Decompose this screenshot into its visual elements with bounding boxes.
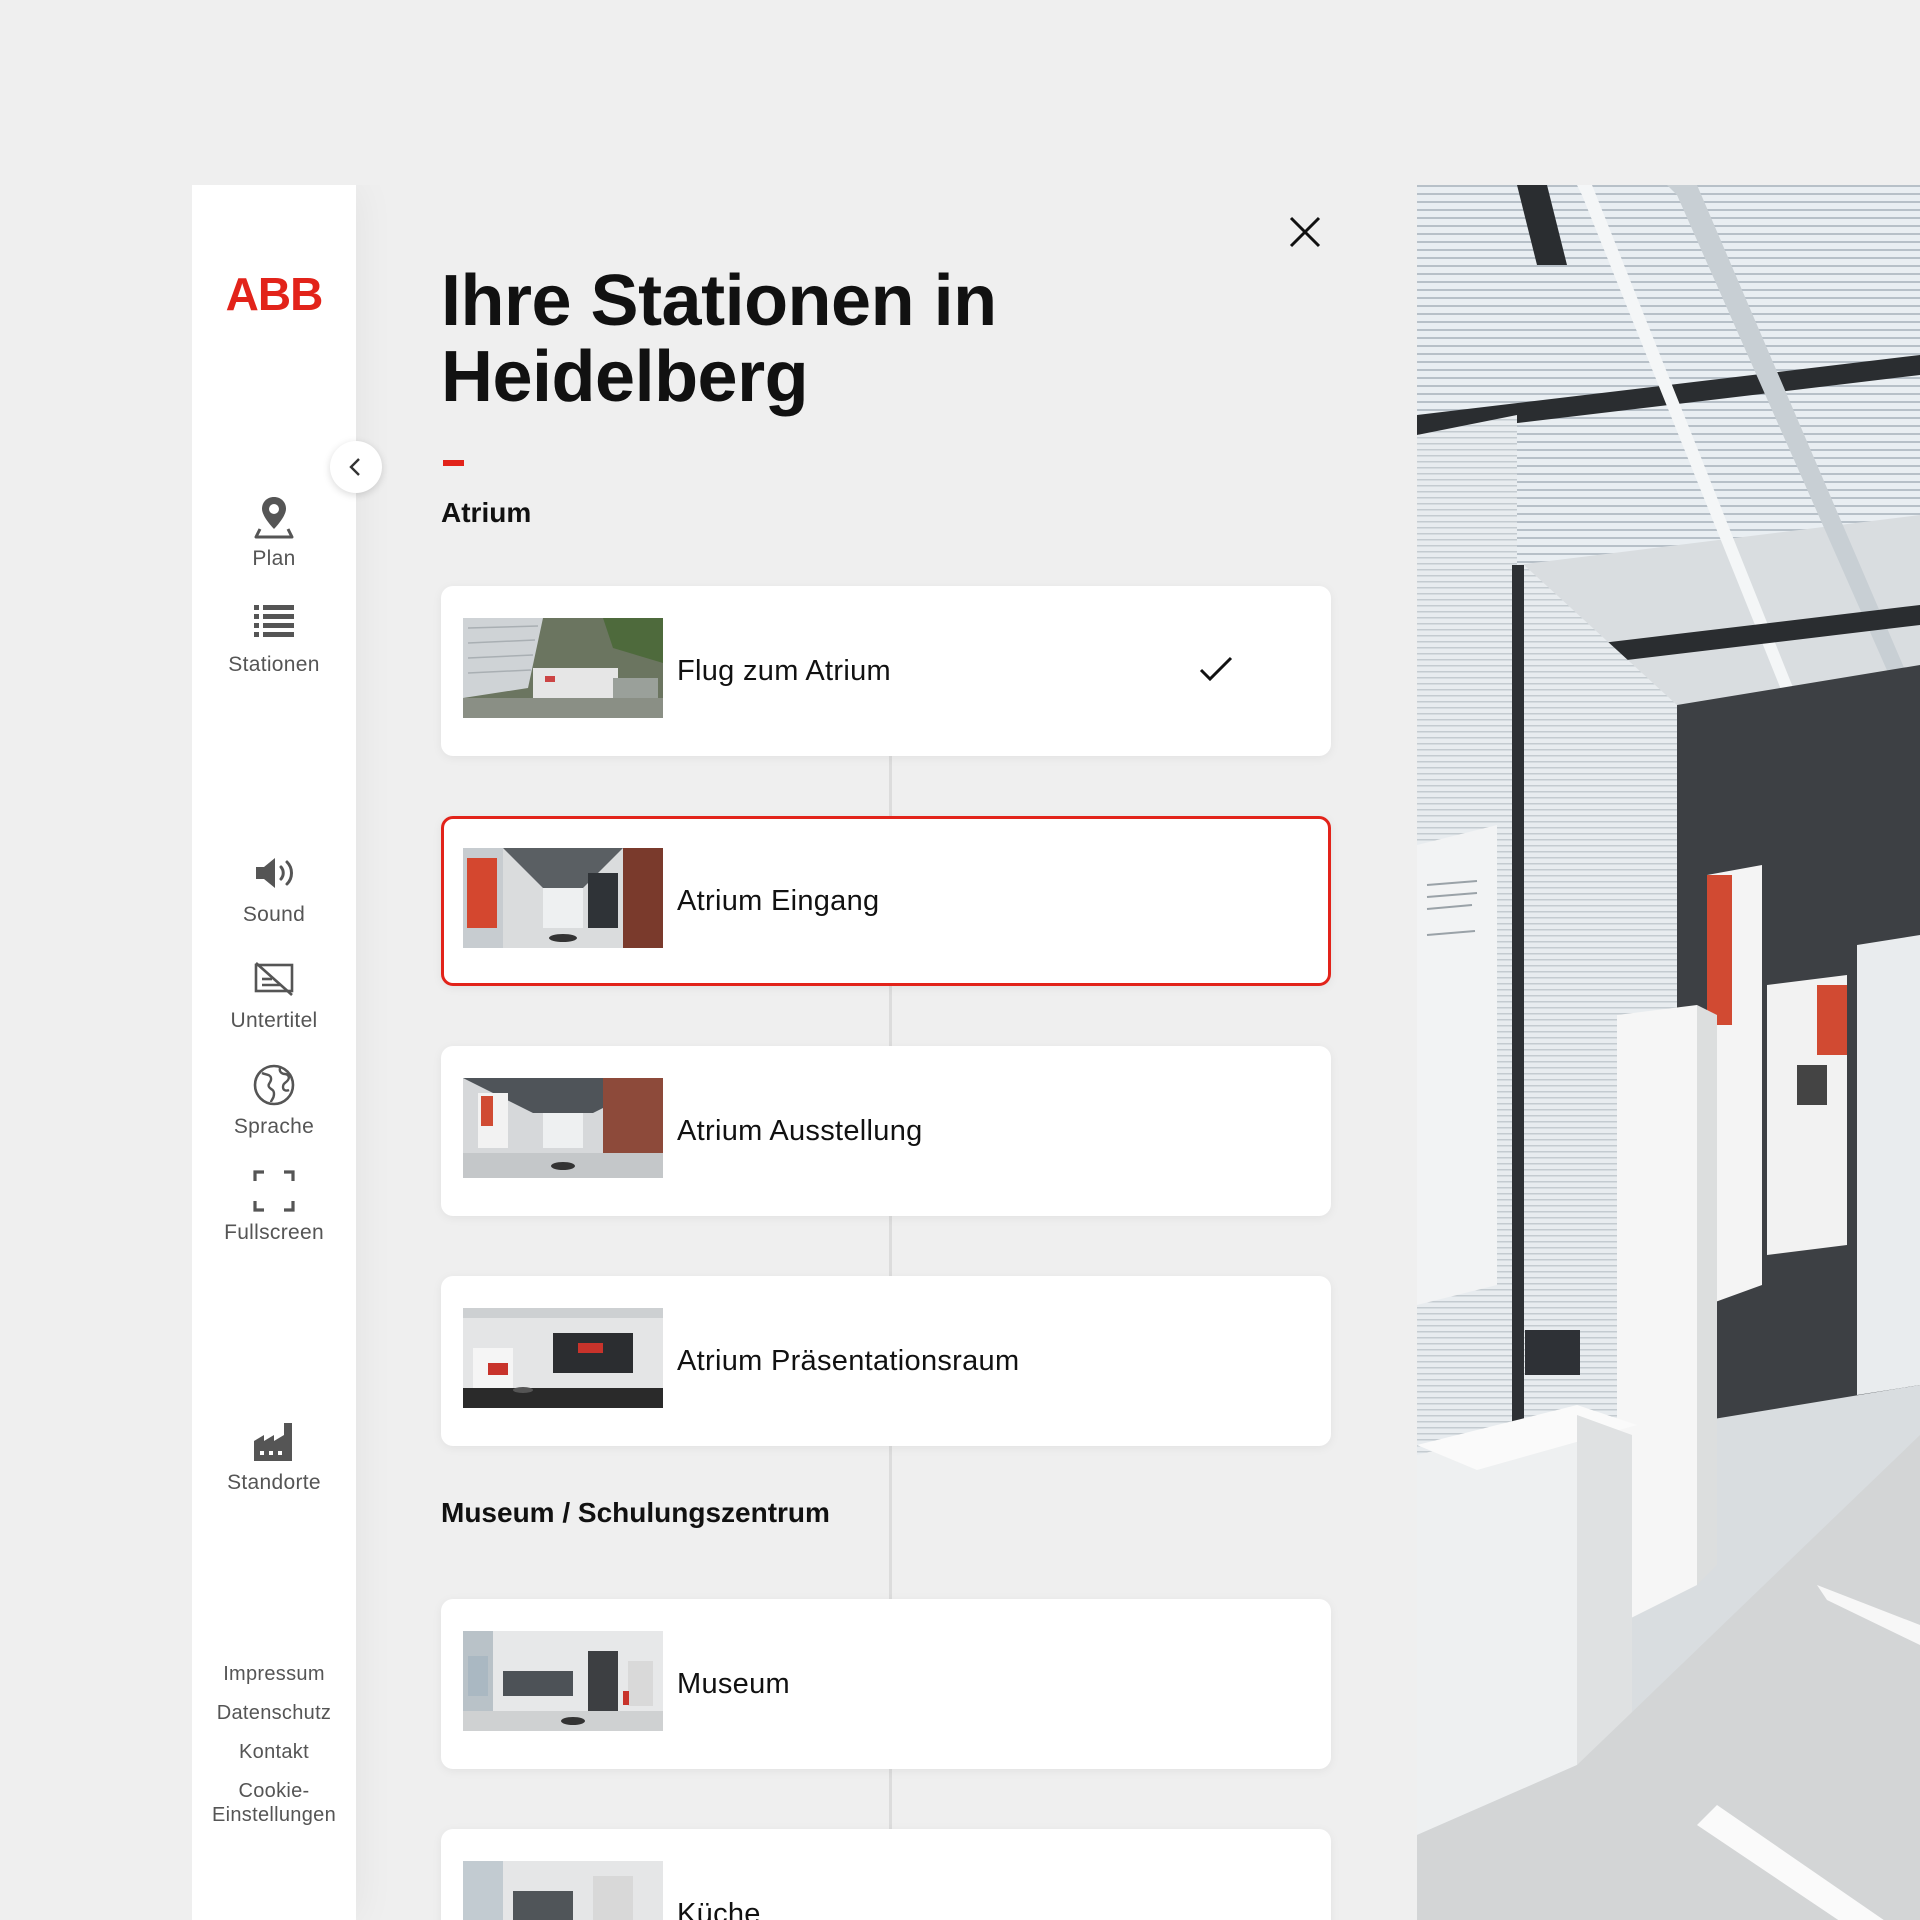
stations-panel: Ihre Stationen in Heidelberg Atrium Flug… xyxy=(356,185,1417,1920)
link-kontakt[interactable]: Kontakt xyxy=(192,1740,356,1764)
page-title-line2: Heidelberg xyxy=(441,337,809,417)
station-label: Atrium Ausstellung xyxy=(677,1115,923,1147)
nav-plan-label: Plan xyxy=(252,547,296,570)
map-pin-icon xyxy=(254,497,294,539)
abb-logo[interactable]: ABB xyxy=(222,271,326,317)
nav-stationen-label: Stationen xyxy=(228,653,320,676)
station-thumbnail xyxy=(463,1078,663,1178)
nav-sprache-label: Sprache xyxy=(233,1115,315,1138)
station-thumbnail xyxy=(463,1308,663,1408)
nav-sound-label: Sound xyxy=(242,903,306,926)
station-label: Museum xyxy=(677,1668,790,1700)
station-thumbnail xyxy=(463,1631,663,1731)
station-card-atrium-eingang[interactable]: Atrium Eingang xyxy=(441,816,1331,986)
nav-standorte-label: Standorte xyxy=(227,1471,321,1494)
nav-untertitel[interactable]: Untertitel xyxy=(192,955,356,1033)
link-datenschutz[interactable]: Datenschutz xyxy=(192,1701,356,1725)
station-card-flug-zum-atrium[interactable]: Flug zum Atrium xyxy=(441,586,1331,756)
nav-standorte[interactable]: Standorte xyxy=(192,1417,356,1495)
link-impressum[interactable]: Impressum xyxy=(192,1662,356,1686)
page-title: Ihre Stationen in Heidelberg xyxy=(441,263,1141,415)
station-label: Atrium Eingang xyxy=(677,885,880,917)
app-window: ABB Plan Stationen Sound Untertitel Spra… xyxy=(192,185,1920,1920)
link-cookie-einstellungen[interactable]: Cookie- Einstellungen xyxy=(192,1779,356,1827)
speaker-icon xyxy=(256,858,293,888)
station-card-museum[interactable]: Museum xyxy=(441,1599,1331,1769)
nav-sprache[interactable]: Sprache xyxy=(192,1061,356,1139)
station-label: Flug zum Atrium xyxy=(677,655,891,687)
page-title-line1: Ihre Stationen in xyxy=(441,261,997,341)
station-label: Atrium Präsentationsraum xyxy=(677,1345,1020,1377)
nav-fullscreen[interactable]: Fullscreen xyxy=(192,1167,356,1245)
list-icon xyxy=(254,605,294,637)
factory-icon xyxy=(254,1423,292,1461)
globe-icon xyxy=(253,1064,295,1106)
station-thumbnail xyxy=(463,1861,663,1920)
station-thumbnail xyxy=(463,848,663,948)
station-card-kueche[interactable]: Küche xyxy=(441,1829,1331,1920)
nav-fullscreen-label: Fullscreen xyxy=(224,1221,324,1244)
station-thumbnail xyxy=(463,618,663,718)
station-card-atrium-praesentationsraum[interactable]: Atrium Präsentationsraum xyxy=(441,1276,1331,1446)
title-accent-bar xyxy=(443,460,464,466)
footer-links: Impressum Datenschutz Kontakt Cookie- Ei… xyxy=(192,1662,356,1842)
subtitles-off-icon xyxy=(254,962,294,996)
sidebar: ABB Plan Stationen Sound Untertitel Spra… xyxy=(192,185,356,1920)
checkmark-icon xyxy=(1199,656,1233,682)
fullscreen-icon xyxy=(253,1170,295,1212)
nav-plan[interactable]: Plan xyxy=(192,493,356,571)
close-icon[interactable] xyxy=(1283,210,1327,254)
nav-sound[interactable]: Sound xyxy=(192,849,356,927)
section-heading-atrium: Atrium xyxy=(441,497,532,528)
nav-untertitel-label: Untertitel xyxy=(230,1009,318,1032)
section-heading-museum: Museum / Schulungszentrum xyxy=(441,1497,830,1528)
chevron-left-icon xyxy=(349,458,360,476)
panorama-viewer[interactable] xyxy=(1417,185,1920,1920)
nav-stationen[interactable]: Stationen xyxy=(192,599,356,677)
collapse-panel-button[interactable] xyxy=(330,441,382,493)
station-label: Küche xyxy=(677,1898,761,1920)
station-card-atrium-ausstellung[interactable]: Atrium Ausstellung xyxy=(441,1046,1331,1216)
